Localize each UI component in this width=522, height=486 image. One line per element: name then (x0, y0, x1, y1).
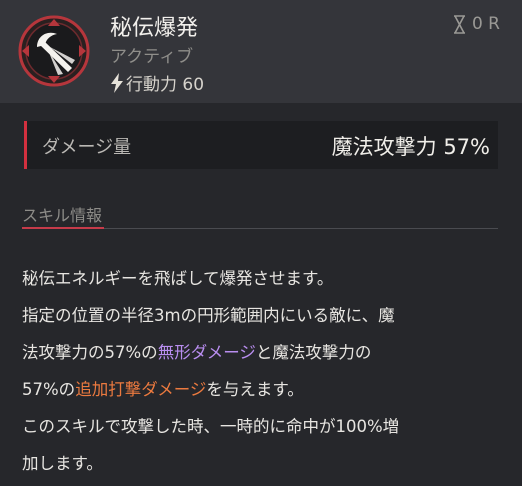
damage-accent-bar (24, 121, 27, 169)
description-text: 57%の (22, 380, 76, 399)
cooldown-value: 0 R (471, 14, 500, 34)
description-line: 57%の追加打撃ダメージを与えます。 (22, 371, 502, 408)
description-line: 秘伝エネルギーを飛ばして爆発させます。 (22, 269, 334, 288)
hourglass-icon (453, 14, 465, 34)
skill-description: 秘伝エネルギーを飛ばして爆発させます。 指定の位置の半径3mの円形範囲内にいる敵… (22, 260, 502, 482)
skill-header: 秘伝爆発 アクティブ 行動力 60 0 R (0, 0, 522, 103)
description-line: 法攻撃力の57%の無形ダメージと魔法攻撃力の (22, 334, 502, 371)
description-line: このスキルで攻撃した時、一時的に命中が100%増 (22, 417, 400, 436)
comet-burst-icon (18, 15, 90, 87)
skill-tooltip: 秘伝爆発 アクティブ 行動力 60 0 R ダメージ量 魔法攻撃力 57% スキ… (0, 0, 522, 486)
section-divider-accent (22, 227, 104, 229)
cooldown: 0 R (453, 14, 500, 34)
description-text: を与えます。 (206, 380, 304, 399)
description-text: と魔法攻撃力の (255, 343, 372, 362)
description-line: 加します。 (22, 454, 103, 473)
keyword-additional-hit-damage: 追加打撃ダメージ (75, 380, 207, 399)
action-cost-label: 行動力 60 (126, 75, 205, 95)
action-cost: 行動力 60 (110, 70, 204, 95)
skill-name: 秘伝爆発 (110, 16, 199, 41)
keyword-formless-damage: 無形ダメージ (157, 343, 256, 362)
skill-info-title: スキル情報 (22, 206, 103, 225)
description-line: 指定の位置の半径3mの円形範囲内にいる敵に、魔 (22, 306, 395, 325)
damage-value: 魔法攻撃力 57% (331, 135, 490, 159)
description-text: 法攻撃力の57%の (22, 343, 158, 362)
lightning-bolt-icon (111, 72, 123, 93)
damage-row: ダメージ量 魔法攻撃力 57% (24, 121, 498, 169)
skill-type: アクティブ (110, 47, 194, 67)
damage-label: ダメージ量 (42, 137, 132, 158)
